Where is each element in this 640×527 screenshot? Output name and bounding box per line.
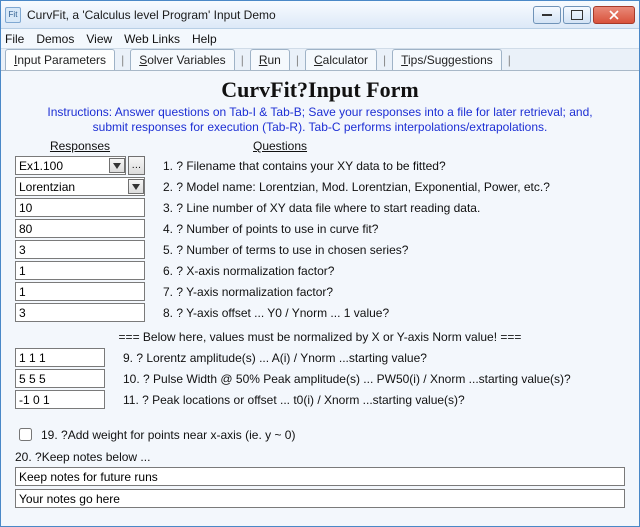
num-points-input[interactable] bbox=[15, 219, 145, 238]
filename-value: Ex1.100 bbox=[19, 159, 63, 173]
question-6: 6. ? X-axis normalization factor? bbox=[163, 261, 625, 282]
menu-file[interactable]: File bbox=[5, 32, 24, 46]
add-weight-checkbox[interactable] bbox=[19, 428, 32, 441]
tab-run[interactable]: Run bbox=[250, 49, 290, 70]
question-2: 2. ? Model name: Lorentzian, Mod. Lorent… bbox=[163, 177, 625, 198]
menu-help[interactable]: Help bbox=[192, 32, 217, 46]
tab-underline: T bbox=[401, 53, 408, 67]
question-19: 19. ?Add weight for points near x-axis (… bbox=[41, 428, 295, 442]
question-7: 7. ? Y-axis normalization factor? bbox=[163, 282, 625, 303]
tab-separator: | bbox=[381, 53, 388, 70]
chevron-down-icon[interactable] bbox=[128, 179, 144, 194]
filename-combo[interactable]: Ex1.100 bbox=[15, 156, 126, 175]
tab-separator: | bbox=[119, 53, 126, 70]
responses-header: Responses bbox=[15, 139, 145, 153]
y-norm-input[interactable] bbox=[15, 282, 145, 301]
num-terms-input[interactable] bbox=[15, 240, 145, 259]
chevron-down-icon[interactable] bbox=[109, 158, 125, 173]
tab-input-parameters[interactable]: Input Parameters bbox=[5, 49, 115, 70]
question-10: 10. ? Pulse Width @ 50% Peak amplitude(s… bbox=[123, 369, 625, 390]
question-4: 4. ? Number of points to use in curve fi… bbox=[163, 219, 625, 240]
tab-separator: | bbox=[239, 53, 246, 70]
question-20: 20. ?Keep notes below ... bbox=[15, 450, 625, 464]
tab-text: ips/Suggestions bbox=[408, 53, 493, 67]
tab-text: un bbox=[267, 53, 280, 67]
tab-calculator[interactable]: Calculator bbox=[305, 49, 377, 70]
line-number-input[interactable] bbox=[15, 198, 145, 217]
menu-view[interactable]: View bbox=[86, 32, 112, 46]
maximize-button[interactable] bbox=[563, 6, 591, 24]
peak-location-input[interactable] bbox=[15, 390, 105, 409]
pulse-width-input[interactable] bbox=[15, 369, 105, 388]
tab-row: Input Parameters | Solver Variables | Ru… bbox=[1, 49, 639, 71]
close-button[interactable] bbox=[593, 6, 635, 24]
file-browse-button[interactable]: … bbox=[128, 156, 145, 175]
question-11: 11. ? Peak locations or offset ... t0(i)… bbox=[123, 390, 625, 411]
tab-separator: | bbox=[294, 53, 301, 70]
question-9: 9. ? Lorentz amplitude(s) ... A(i) / Yno… bbox=[123, 348, 625, 369]
window-titlebar: Fit CurvFit, a 'Calculus level Program' … bbox=[1, 1, 639, 29]
notes-input-1[interactable] bbox=[15, 467, 625, 486]
tab-tips[interactable]: Tips/Suggestions bbox=[392, 49, 502, 70]
normalization-divider: === Below here, values must be normalize… bbox=[15, 330, 625, 344]
amplitude-input[interactable] bbox=[15, 348, 105, 367]
menu-demos[interactable]: Demos bbox=[36, 32, 74, 46]
form-instructions: Instructions: Answer questions on Tab-I … bbox=[15, 105, 625, 135]
window-title: CurvFit, a 'Calculus level Program' Inpu… bbox=[27, 8, 531, 22]
y-offset-input[interactable] bbox=[15, 303, 145, 322]
instructions-line1: Instructions: Answer questions on Tab-I … bbox=[47, 105, 592, 119]
model-combo[interactable]: Lorentzian bbox=[15, 177, 145, 196]
form-content: CurvFit?Input Form Instructions: Answer … bbox=[1, 71, 639, 526]
app-icon: Fit bbox=[5, 7, 21, 23]
tab-underline: C bbox=[314, 53, 323, 67]
model-value: Lorentzian bbox=[19, 180, 75, 194]
question-1: 1. ? Filename that contains your XY data… bbox=[163, 156, 625, 177]
tab-separator: | bbox=[506, 53, 513, 70]
form-title: CurvFit?Input Form bbox=[15, 77, 625, 103]
tab-solver-variables[interactable]: Solver Variables bbox=[130, 49, 235, 70]
tab-text: alculator bbox=[323, 53, 368, 67]
instructions-line2: submit responses for execution (Tab-R). … bbox=[93, 120, 548, 134]
tab-text: nput Parameters bbox=[17, 53, 106, 67]
menubar: File Demos View Web Links Help bbox=[1, 29, 639, 49]
questions-header: Questions bbox=[163, 139, 625, 153]
x-norm-input[interactable] bbox=[15, 261, 145, 280]
question-8: 8. ? Y-axis offset ... Y0 / Ynorm ... 1 … bbox=[163, 303, 625, 324]
tab-underline: S bbox=[139, 53, 147, 67]
question-5: 5. ? Number of terms to use in chosen se… bbox=[163, 240, 625, 261]
notes-input-2[interactable] bbox=[15, 489, 625, 508]
tab-text: olver Variables bbox=[147, 53, 225, 67]
minimize-button[interactable] bbox=[533, 6, 561, 24]
menu-web-links[interactable]: Web Links bbox=[124, 32, 180, 46]
question-3: 3. ? Line number of XY data file where t… bbox=[163, 198, 625, 219]
